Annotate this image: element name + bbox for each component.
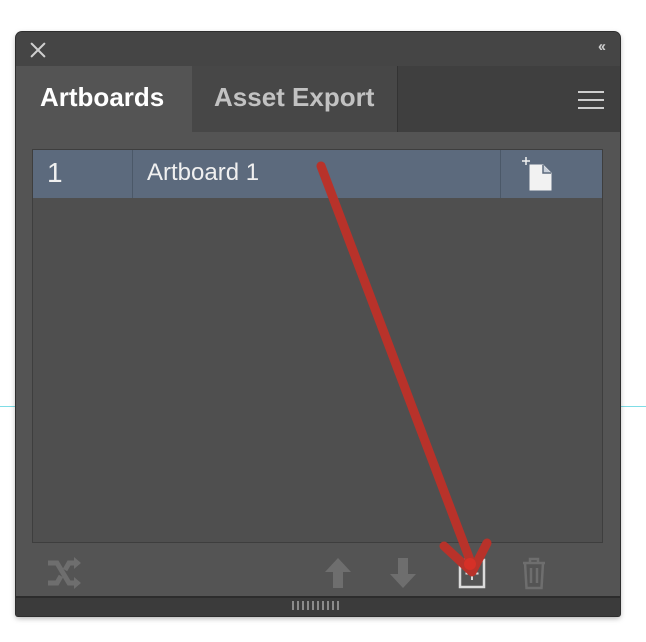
new-artboard-button[interactable]	[453, 554, 491, 592]
artboard-name[interactable]: Artboard 1	[133, 150, 501, 198]
collapse-panel-icon[interactable]: ‹‹	[598, 38, 606, 55]
move-down-icon	[390, 558, 416, 588]
artboard-options-button[interactable]	[501, 150, 602, 198]
panel-titlebar[interactable]: ‹‹	[16, 32, 620, 66]
tab-artboards[interactable]: Artboards	[16, 66, 192, 132]
panel-body: 1 Artboard 1	[16, 132, 620, 616]
tab-asset-export[interactable]: Asset Export	[192, 66, 398, 132]
panel-tabbar: Artboards Asset Export	[16, 66, 620, 132]
panel-menu-icon[interactable]	[578, 91, 604, 109]
panel-resize-handle[interactable]	[16, 596, 620, 616]
panel-toolbar	[16, 544, 620, 604]
delete-icon	[523, 557, 545, 590]
artboard-options-icon	[522, 157, 552, 191]
rearrange-icon	[48, 557, 81, 589]
delete-button[interactable]	[515, 554, 553, 592]
rearrange-button[interactable]	[44, 554, 82, 592]
move-down-button[interactable]	[384, 554, 422, 592]
resize-grip-icon	[292, 601, 342, 610]
artboard-number: 1	[33, 150, 133, 198]
move-up-button[interactable]	[319, 554, 357, 592]
new-artboard-icon	[458, 558, 486, 589]
smart-guide-right	[620, 406, 646, 407]
artboards-panel: ‹‹ Artboards Asset Export 1 Artboard 1	[16, 32, 620, 616]
artboard-list[interactable]: 1 Artboard 1	[32, 149, 603, 543]
move-up-icon	[325, 558, 351, 588]
close-icon[interactable]	[28, 40, 48, 60]
artboard-row[interactable]: 1 Artboard 1	[33, 150, 602, 198]
